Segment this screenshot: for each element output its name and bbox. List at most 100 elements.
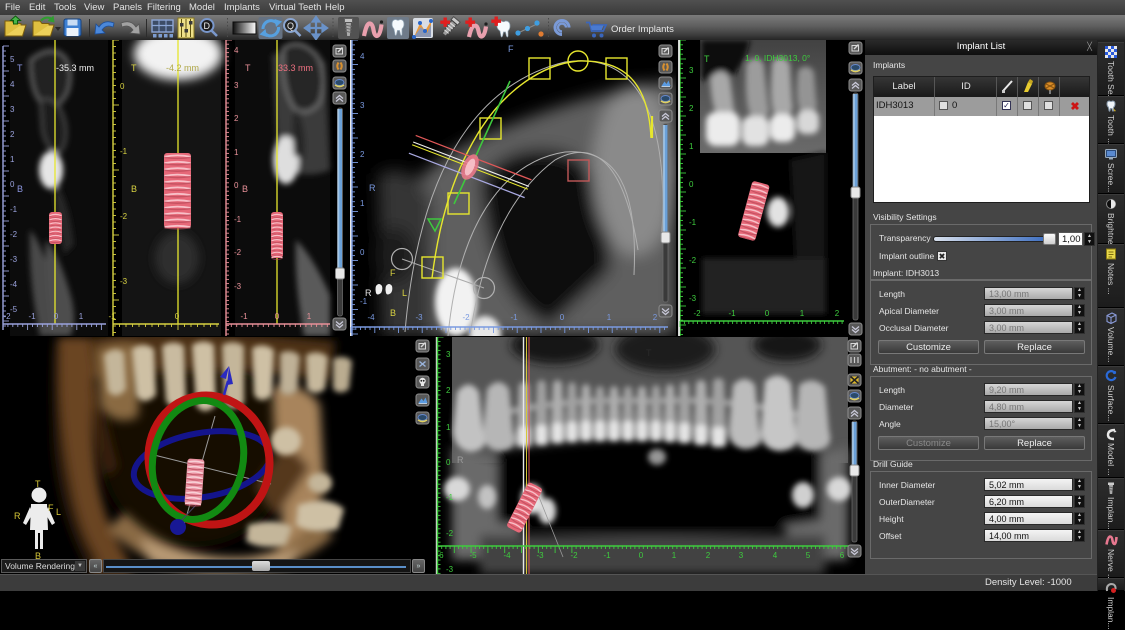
svg-text:2: 2	[446, 386, 451, 395]
svg-text:0: 0	[639, 551, 644, 560]
svg-text:0: 0	[446, 458, 451, 467]
svg-text:-2: -2	[446, 529, 454, 538]
svg-text:2: 2	[234, 114, 239, 123]
svg-text:-1: -1	[603, 551, 611, 560]
svg-text:T: T	[17, 63, 23, 73]
svg-text:-4: -4	[367, 313, 375, 322]
svg-text:5: 5	[10, 55, 15, 64]
svg-text:2: 2	[360, 150, 365, 159]
svg-text:4: 4	[360, 52, 365, 61]
svg-text:0: 0	[175, 312, 180, 321]
svg-text:4: 4	[10, 80, 15, 89]
svg-text:F: F	[390, 268, 396, 278]
svg-text:0: 0	[10, 180, 15, 189]
svg-text:-1: -1	[689, 218, 697, 227]
svg-text:-1: -1	[120, 147, 128, 156]
svg-text:1: 1	[446, 423, 451, 432]
svg-text:-1: -1	[360, 297, 368, 306]
svg-text:F: F	[508, 44, 514, 54]
svg-text:-3: -3	[415, 313, 423, 322]
svg-text:1: 1	[672, 551, 677, 560]
svg-text:-2: -2	[10, 230, 18, 239]
svg-text:1: 1	[607, 313, 612, 322]
svg-text:B: B	[390, 308, 396, 318]
svg-text:R: R	[457, 455, 464, 465]
svg-text:1: 1	[800, 309, 805, 318]
svg-text:3: 3	[10, 105, 15, 114]
svg-text:L: L	[402, 288, 407, 298]
svg-text:0: 0	[765, 309, 770, 318]
svg-text:2: 2	[706, 551, 711, 560]
svg-text:-2: -2	[570, 551, 578, 560]
svg-text:T: T	[131, 63, 137, 73]
svg-text:1: 1	[79, 312, 84, 321]
svg-text:1: 1	[234, 148, 239, 157]
svg-text:R: R	[14, 511, 21, 521]
svg-text:F: F	[48, 503, 54, 513]
svg-text:1, 0, IDH3013, 0°: 1, 0, IDH3013, 0°	[745, 53, 810, 63]
svg-text:2: 2	[653, 313, 658, 322]
svg-text:2: 2	[689, 104, 694, 113]
svg-text:-2: -2	[693, 309, 701, 318]
svg-text:1: 1	[10, 155, 15, 164]
svg-text:-1: -1	[728, 309, 736, 318]
svg-text:1: 1	[307, 312, 312, 321]
svg-text:R: R	[365, 288, 372, 298]
svg-text:T: T	[35, 479, 41, 489]
svg-text:-5: -5	[469, 551, 477, 560]
svg-text:B: B	[17, 184, 23, 194]
svg-text:3: 3	[446, 350, 451, 359]
svg-text:D: D	[204, 21, 211, 31]
svg-text:0: 0	[275, 312, 280, 321]
svg-text:L: L	[56, 507, 61, 517]
svg-text:T: T	[245, 63, 251, 73]
svg-text:1: 1	[360, 199, 365, 208]
svg-text:-2: -2	[234, 248, 242, 257]
svg-text:-2: -2	[3, 312, 11, 321]
svg-text:-2: -2	[462, 313, 470, 322]
svg-text:T: T	[646, 348, 652, 358]
svg-text:-1: -1	[10, 205, 18, 214]
svg-text:0: 0	[234, 181, 239, 190]
svg-text:-1: -1	[28, 312, 36, 321]
svg-text:4: 4	[234, 46, 239, 55]
svg-text:3: 3	[689, 66, 694, 75]
svg-text:0: 0	[689, 180, 694, 189]
svg-text:-3: -3	[234, 282, 242, 291]
svg-text:B: B	[131, 184, 137, 194]
svg-text:-3: -3	[536, 551, 544, 560]
svg-text:Q: Q	[287, 21, 294, 31]
svg-text:6: 6	[840, 551, 845, 560]
svg-text:T: T	[704, 54, 710, 64]
svg-text:3: 3	[739, 551, 744, 560]
svg-text:-1: -1	[446, 493, 454, 502]
svg-text:2: 2	[10, 130, 15, 139]
svg-text:B: B	[242, 184, 248, 194]
svg-text:-3: -3	[120, 277, 128, 286]
svg-text:-1: -1	[510, 313, 518, 322]
svg-text:-3: -3	[689, 294, 697, 303]
svg-text:3: 3	[234, 81, 239, 90]
svg-text:1: 1	[689, 142, 694, 151]
svg-text:4: 4	[773, 551, 778, 560]
svg-text:R: R	[369, 183, 376, 193]
svg-text:-4: -4	[10, 280, 18, 289]
svg-text:5: 5	[806, 551, 811, 560]
svg-text:-3: -3	[446, 565, 454, 574]
svg-text:0: 0	[120, 82, 125, 91]
svg-text:-5: -5	[10, 305, 18, 314]
svg-text:0: 0	[54, 312, 59, 321]
svg-text:-4.2 mm: -4.2 mm	[166, 63, 199, 73]
svg-text:0: 0	[360, 248, 365, 257]
svg-text:-1: -1	[234, 215, 242, 224]
svg-text:2: 2	[835, 309, 840, 318]
svg-text:-1: -1	[240, 312, 248, 321]
svg-text:-2: -2	[689, 256, 697, 265]
svg-text:33.3 mm: 33.3 mm	[278, 63, 313, 73]
svg-text:-2: -2	[120, 212, 128, 221]
svg-text:3: 3	[360, 101, 365, 110]
svg-text:-4: -4	[503, 551, 511, 560]
svg-text:-3: -3	[10, 255, 18, 264]
svg-text:-6: -6	[436, 551, 444, 560]
svg-text:-35.3 mm: -35.3 mm	[56, 63, 94, 73]
